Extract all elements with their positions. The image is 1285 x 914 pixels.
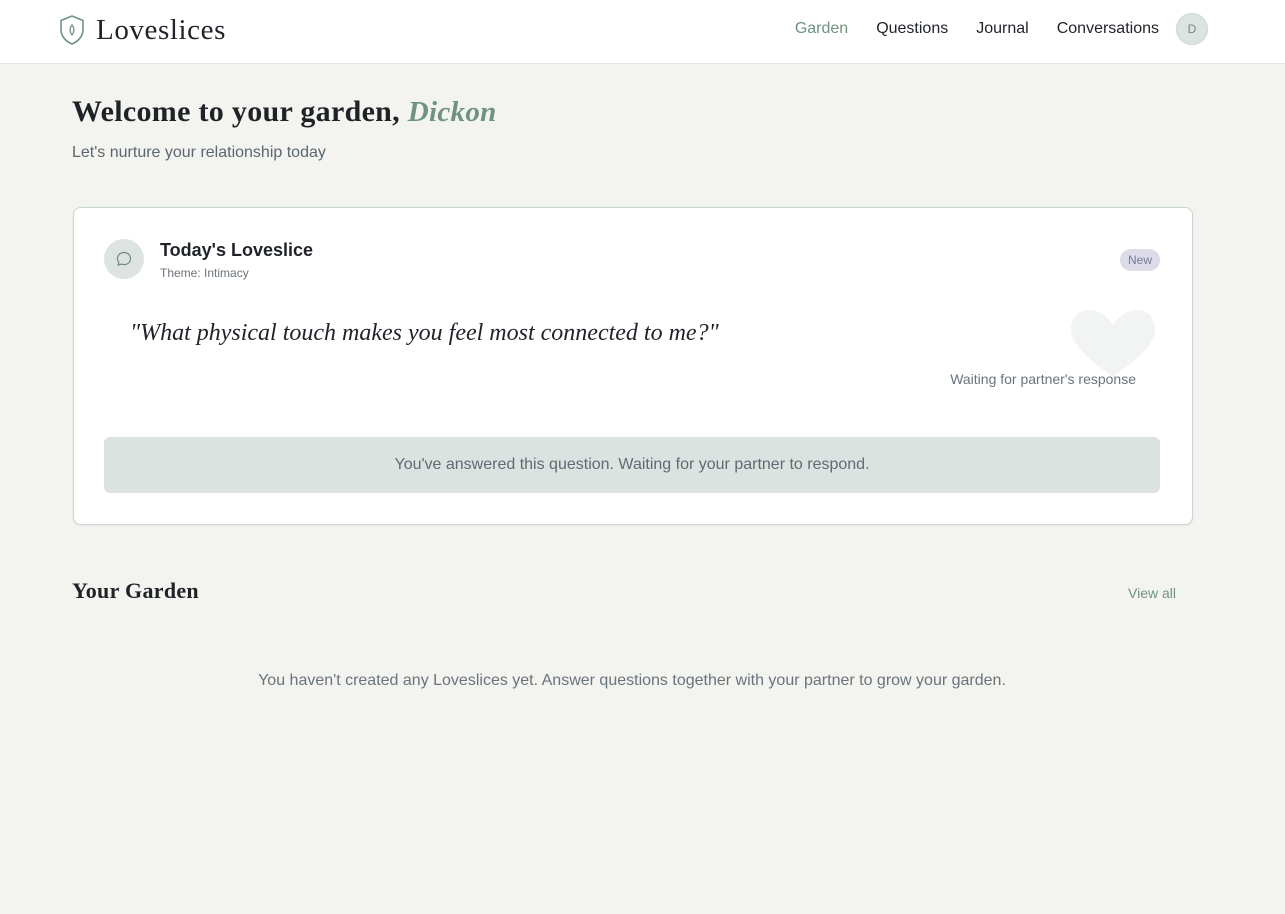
- main-nav: Garden Questions Journal Conversations D: [795, 12, 1208, 46]
- nav-item-garden[interactable]: Garden: [795, 20, 848, 38]
- welcome-subtitle: Let's nurture your relationship today: [72, 144, 326, 161]
- garden-empty-message: You haven't created any Loveslices yet. …: [258, 672, 1006, 689]
- welcome-prefix: Welcome to your garden,: [72, 95, 400, 128]
- welcome-heading: Welcome to your garden, Dickon: [72, 95, 497, 129]
- heart-icon: [1071, 310, 1155, 377]
- speech-bubble-icon: [104, 239, 144, 279]
- answer-status-banner: You've answered this question. Waiting f…: [104, 437, 1160, 493]
- brand-name: Loveslices: [96, 13, 227, 46]
- view-all-link[interactable]: View all: [1128, 585, 1176, 601]
- welcome-user-name: Dickon: [407, 96, 497, 128]
- waiting-partner-text: Waiting for partner's response: [950, 371, 1136, 387]
- card-theme: Theme: Intimacy: [160, 266, 249, 280]
- top-navigation-bar: Loveslices Garden Questions Journal Conv…: [0, 0, 1285, 64]
- daily-question: "What physical touch makes you feel most…: [130, 320, 719, 346]
- nav-item-conversations[interactable]: Conversations: [1057, 20, 1159, 38]
- nav-item-questions[interactable]: Questions: [876, 20, 948, 38]
- shield-leaf-icon: [60, 15, 84, 45]
- new-badge: New: [1119, 249, 1160, 271]
- brand-logo-link[interactable]: Loveslices: [58, 12, 226, 48]
- your-garden-heading: Your Garden: [72, 578, 199, 603]
- card-title: Today's Loveslice: [160, 240, 314, 260]
- nav-item-journal[interactable]: Journal: [976, 20, 1028, 38]
- user-avatar[interactable]: D: [1176, 13, 1208, 45]
- todays-loveslice-card: Today's Loveslice Theme: Intimacy New "W…: [73, 207, 1193, 525]
